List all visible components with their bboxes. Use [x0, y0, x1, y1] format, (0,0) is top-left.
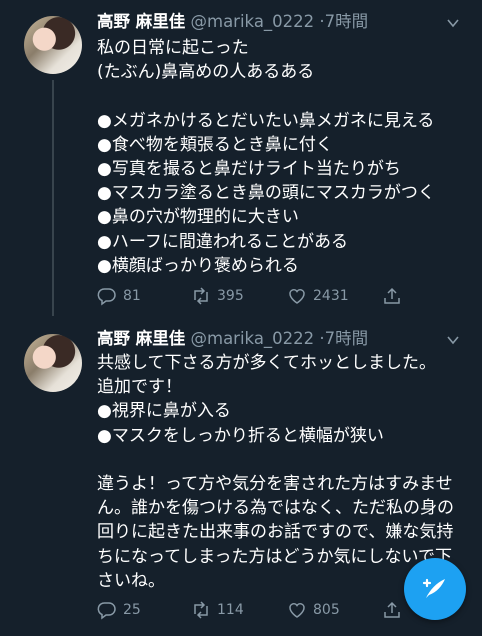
compose-tweet-button[interactable] [404, 558, 466, 620]
avatar[interactable] [24, 16, 82, 74]
tweet-header: 高野 麻里佳 @marika_0222 ·7時間 [97, 327, 368, 351]
retweet-count: 114 [217, 602, 244, 618]
reply-button[interactable]: 25 [97, 598, 141, 622]
user-handle[interactable]: @marika_0222 [191, 329, 315, 348]
reply-count: 81 [123, 288, 141, 304]
like-icon [289, 289, 305, 304]
retweet-count: 395 [217, 288, 244, 304]
thread-line [52, 80, 54, 316]
timestamp[interactable]: ·7時間 [319, 329, 368, 348]
like-count: 2431 [313, 288, 349, 304]
user-handle[interactable]: @marika_0222 [191, 12, 315, 31]
retweet-icon [194, 601, 208, 619]
avatar[interactable] [24, 334, 82, 392]
reply-button[interactable]: 81 [97, 284, 141, 308]
share-icon [384, 287, 400, 304]
like-icon [289, 603, 305, 618]
reply-icon [97, 602, 116, 620]
retweet-button[interactable]: 395 [191, 284, 244, 308]
display-name[interactable]: 高野 麻里佳 [97, 329, 185, 348]
like-button[interactable]: 2431 [287, 284, 349, 308]
share-button[interactable] [382, 284, 408, 308]
display-name[interactable]: 高野 麻里佳 [97, 12, 185, 31]
compose-tweet-icon [422, 578, 445, 598]
reply-icon [97, 288, 116, 306]
tweet-1[interactable]: 高野 麻里佳 @marika_0222 ·7時間 私の日常に起こった (たぶん)… [0, 0, 482, 318]
share-icon [384, 601, 400, 618]
retweet-button[interactable]: 114 [191, 598, 244, 622]
chevron-down-icon[interactable] [446, 16, 460, 30]
timestamp[interactable]: ·7時間 [319, 12, 368, 31]
tweet-actions: 81 395 2431 [97, 284, 437, 308]
tweet-actions: 25 114 805 [97, 598, 437, 622]
tweet-header: 高野 麻里佳 @marika_0222 ·7時間 [97, 10, 368, 34]
share-button[interactable] [382, 598, 408, 622]
like-count: 805 [313, 602, 340, 618]
retweet-icon [194, 287, 208, 305]
tweet-text: 共感して下さる方が多くてホッとしました。 追加です！ ●視界に鼻が入る ●マスク… [97, 353, 454, 591]
like-button[interactable]: 805 [287, 598, 340, 622]
reply-count: 25 [123, 602, 141, 618]
chevron-down-icon[interactable] [446, 333, 460, 347]
tweet-text: 私の日常に起こった (たぶん)鼻高めの人あるある ●メガネかけるとだいたい鼻メガ… [97, 38, 435, 276]
